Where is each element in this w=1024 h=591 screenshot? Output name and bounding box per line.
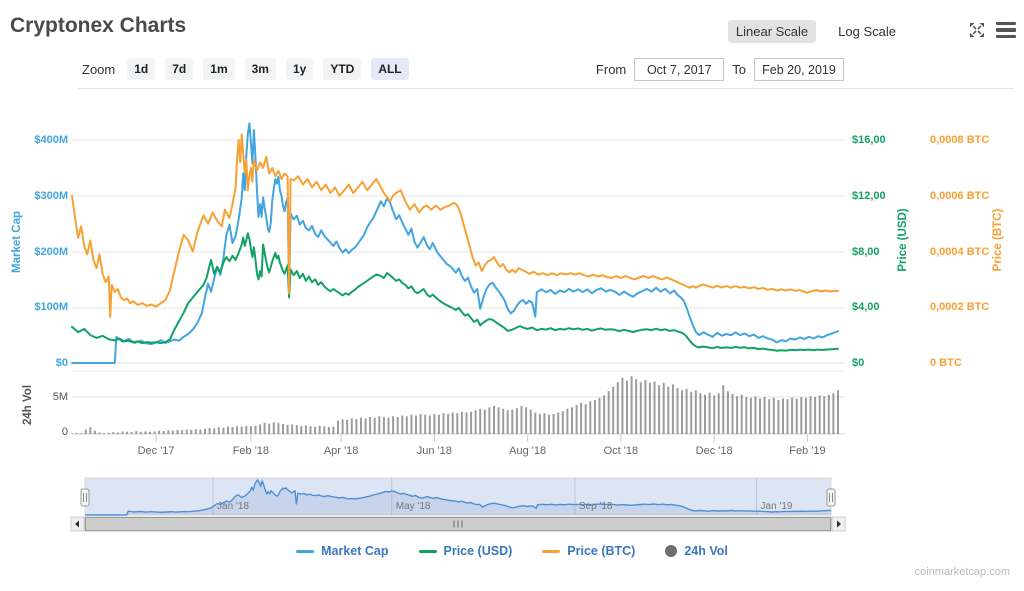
- price-btc-axis-title: Price (BTC): [992, 208, 1004, 272]
- legend-item-market-cap[interactable]: Market Cap: [296, 544, 389, 558]
- navigator-handle-right[interactable]: [826, 488, 836, 507]
- chart-legend: Market Cap Price (USD) Price (BTC) 24h Vol: [0, 544, 1024, 558]
- legend-item-price-usd-[interactable]: Price (USD): [418, 544, 513, 558]
- legend-label: Price (BTC): [567, 544, 636, 558]
- series-line-price_btc[interactable]: [71, 133, 839, 318]
- legend-marker-line: [296, 549, 315, 553]
- cryptonex-charts-page: Cryptonex Charts Linear Scale Log Scale …: [0, 0, 1024, 591]
- legend-marker-circle: [665, 545, 678, 557]
- legend-item-24h-vol[interactable]: 24h Vol: [665, 544, 728, 558]
- volume-axis-title: 24h Vol: [22, 384, 34, 426]
- series-line-price_usd[interactable]: [71, 232, 839, 352]
- legend-label: Price (USD): [443, 544, 513, 558]
- series-line-market_cap[interactable]: [71, 122, 839, 364]
- market-cap-axis-title: Market Cap: [11, 211, 23, 273]
- watermark: coinmarketcap.com: [914, 566, 1010, 578]
- volume-bars[interactable]: [71, 376, 839, 434]
- legend-label: 24h Vol: [684, 544, 728, 558]
- legend-marker-line: [418, 549, 437, 553]
- legend-marker-line: [542, 549, 561, 553]
- price-usd-axis-title: Price (USD): [897, 208, 909, 272]
- legend-label: Market Cap: [321, 544, 389, 558]
- legend-item-price-btc-[interactable]: Price (BTC): [542, 544, 635, 558]
- navigator-handle-left[interactable]: [80, 488, 90, 507]
- price-chart-canvas[interactable]: [0, 0, 1024, 591]
